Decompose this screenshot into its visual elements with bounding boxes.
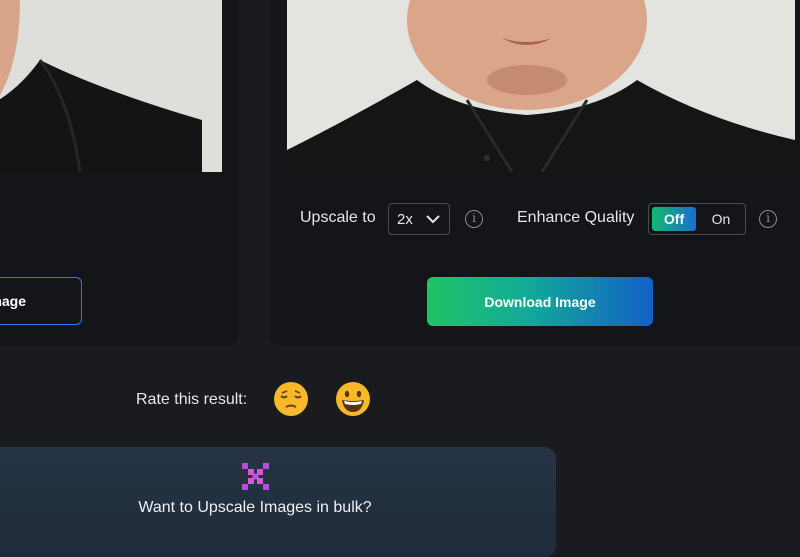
download-original-button[interactable]: nage	[0, 277, 82, 325]
happy-face-icon[interactable]	[334, 380, 372, 418]
upscale-to-label: Upscale to	[300, 209, 376, 226]
enhance-quality-toggle[interactable]: Off On	[648, 203, 746, 235]
original-photo	[0, 0, 222, 172]
toggle-on-option[interactable]: On	[699, 207, 743, 231]
sad-face-icon[interactable]	[272, 380, 310, 418]
upscale-factor-value: 2x	[397, 210, 413, 228]
enhance-info-icon[interactable]: i	[759, 210, 777, 228]
chevron-down-icon	[426, 215, 440, 224]
upscale-info-icon[interactable]: i	[465, 210, 483, 228]
upscale-factor-select[interactable]: 2x	[388, 203, 450, 235]
download-image-button[interactable]: Download Image	[427, 277, 653, 326]
toggle-off-option[interactable]: Off	[652, 207, 696, 231]
enhance-quality-label: Enhance Quality	[517, 209, 635, 226]
grid-pattern-icon	[242, 463, 269, 490]
bulk-upscale-text: Want to Upscale Images in bulk?	[138, 499, 372, 516]
rate-result-label: Rate this result:	[136, 391, 248, 408]
upscaled-photo	[287, 0, 795, 172]
